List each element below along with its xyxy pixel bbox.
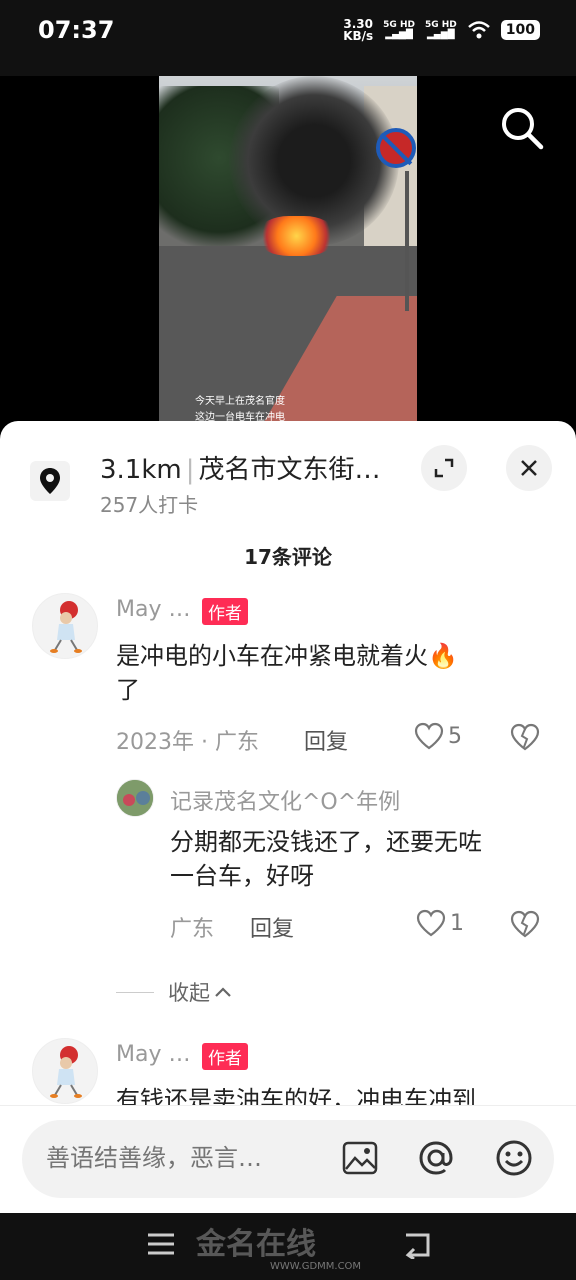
emoji-icon[interactable] — [494, 1138, 534, 1178]
signal-icon-2: 5G HD ▂▄▆█ — [424, 20, 457, 40]
comment-text: 分期都无没钱还了，还要无咗 一台车，好呀 — [170, 828, 482, 890]
collapse-replies-button[interactable]: 收起 — [116, 977, 232, 1007]
like-button[interactable]: 1 — [416, 909, 464, 937]
comment-username[interactable]: May … — [116, 597, 190, 622]
comment-sheet: 3.1km | 茂名市文东街… 257人打卡 17条评论 May … 作者 是冲电的… — [0, 421, 576, 1213]
expand-icon — [434, 458, 454, 478]
chevron-up-icon — [215, 987, 231, 997]
comment-date-location: 广东 — [170, 917, 215, 942]
comment-input[interactable] — [46, 1144, 306, 1172]
battery-icon: 100 — [500, 20, 540, 40]
clock: 07:37 — [38, 16, 115, 44]
avatar[interactable] — [116, 779, 154, 817]
mention-icon[interactable] — [416, 1138, 456, 1178]
like-button[interactable]: 5 — [414, 722, 462, 750]
location-pin-icon[interactable] — [30, 461, 70, 501]
close-button[interactable] — [506, 445, 552, 491]
watermark-logo: 金名在线 — [196, 1227, 316, 1262]
close-icon — [521, 460, 537, 476]
avatar[interactable] — [32, 593, 98, 659]
dislike-icon[interactable] — [510, 910, 540, 938]
menu-icon[interactable] — [146, 1231, 176, 1257]
image-icon[interactable] — [340, 1138, 380, 1178]
no-parking-sign — [376, 128, 416, 168]
dislike-icon[interactable] — [510, 723, 540, 751]
avatar-girl-icon — [50, 601, 82, 653]
heart-icon — [416, 909, 446, 937]
comment-username[interactable]: May … — [116, 1042, 190, 1067]
status-icons: 3.30 KB/s 5G HD ▂▄▆█ 5G HD ▂▄▆█ 100 — [343, 18, 540, 42]
like-count: 5 — [448, 723, 462, 749]
comment-input-bar — [0, 1105, 576, 1213]
heart-icon — [414, 722, 444, 750]
system-nav-bar: 金名在线 WWW.GDMM.COM — [0, 1213, 576, 1280]
search-icon[interactable] — [498, 104, 546, 152]
avatar-photo-icon — [117, 780, 153, 816]
avatar[interactable] — [32, 1038, 98, 1104]
watermark-url: WWW.GDMM.COM — [270, 1261, 362, 1272]
comment-input-box[interactable] — [22, 1120, 554, 1198]
reply-button[interactable]: 回复 — [250, 911, 294, 943]
comment-count: 17条评论 — [244, 545, 332, 569]
wifi-icon — [467, 21, 490, 39]
status-bar: 07:37 3.30 KB/s 5G HD ▂▄▆█ 5G HD ▂▄▆█ 10… — [0, 0, 576, 76]
location-name: 茂名市文东街… — [198, 455, 381, 485]
like-count: 1 — [450, 910, 464, 936]
avatar-girl-icon — [50, 1046, 82, 1098]
video-frame[interactable]: 今天早上在茂名官度 这边一台电车在冲电 — [159, 76, 417, 421]
location-distance: 3.1km — [100, 455, 182, 485]
comment-text: 是冲电的小车在冲紧电就着火🔥 了 — [116, 642, 458, 704]
reply-button[interactable]: 回复 — [304, 724, 348, 756]
comment-date-location: 2023年 · 广东 — [116, 730, 259, 755]
location-checkins: 257人打卡 — [100, 493, 199, 517]
back-icon[interactable] — [402, 1231, 432, 1259]
location-title[interactable]: 3.1km | 茂名市文东街… — [100, 449, 381, 486]
video-player[interactable]: 今天早上在茂名官度 这边一台电车在冲电 — [0, 76, 576, 421]
signal-icon-1: 5G HD ▂▄▆█ — [383, 20, 415, 40]
fire-image — [259, 216, 334, 256]
expand-button[interactable] — [421, 445, 467, 491]
network-speed: 3.30 KB/s — [343, 17, 374, 43]
video-caption: 今天早上在茂名官度 这边一台电车在冲电 — [195, 396, 285, 421]
author-badge: 作者 — [202, 1043, 248, 1070]
author-badge: 作者 — [202, 598, 248, 625]
comment-username[interactable]: 记录茂名文化^O^年例 — [170, 784, 400, 816]
